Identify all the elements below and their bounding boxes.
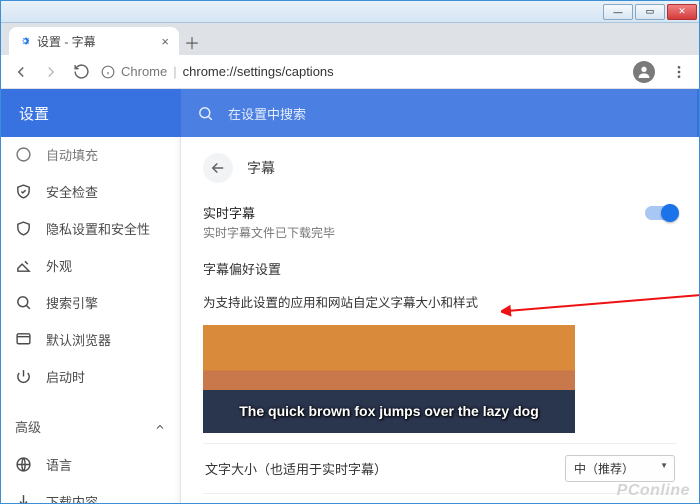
appearance-icon bbox=[15, 257, 32, 274]
shield-icon bbox=[15, 220, 32, 237]
preview-caption-text: The quick brown fox jumps over the lazy … bbox=[239, 403, 538, 419]
address-bar: Chrome | chrome://settings/captions bbox=[1, 55, 699, 89]
caption-pref-description: 为支持此设置的应用和网站自定义字幕大小和样式 bbox=[203, 292, 677, 325]
live-caption-title: 实时字幕 bbox=[203, 203, 335, 222]
sidebar: 自动填充 安全检查 隐私设置和安全性 外观 搜索引擎 默认浏览器 bbox=[1, 137, 181, 503]
app-header: 设置 在设置中搜索 bbox=[1, 89, 699, 137]
sidebar-item-default-browser[interactable]: 默认浏览器 bbox=[1, 321, 180, 358]
chevron-up-icon bbox=[154, 421, 166, 433]
url-path: chrome://settings/captions bbox=[183, 64, 334, 79]
page-title: 字幕 bbox=[247, 158, 275, 178]
sidebar-item-search[interactable]: 搜索引擎 bbox=[1, 284, 180, 321]
live-caption-toggle[interactable] bbox=[645, 206, 677, 220]
sidebar-item-label: 隐私设置和安全性 bbox=[46, 219, 150, 238]
settings-gear-icon bbox=[19, 35, 31, 47]
sidebar-advanced-toggle[interactable]: 高级 bbox=[1, 407, 180, 446]
sidebar-item-languages[interactable]: 语言 bbox=[1, 446, 180, 483]
caption-preview: The quick brown fox jumps over the lazy … bbox=[203, 325, 575, 433]
site-info-icon bbox=[101, 65, 115, 79]
url-scheme: Chrome bbox=[121, 64, 167, 79]
sidebar-item-label: 搜索引擎 bbox=[46, 293, 98, 312]
overflow-menu-button[interactable] bbox=[669, 62, 689, 82]
sidebar-item-label: 自动填充 bbox=[46, 145, 98, 164]
globe-icon bbox=[15, 456, 32, 473]
window-close-button[interactable]: ✕ bbox=[667, 4, 697, 20]
main-content: 字幕 实时字幕 实时字幕文件已下载完毕 字幕偏好设置 为支持此设置的应用和网站自… bbox=[181, 137, 699, 503]
setting-row-textsize: 文字大小（也适用于实时字幕） 中（推荐） bbox=[203, 443, 677, 493]
sidebar-item-label: 外观 bbox=[46, 256, 72, 275]
download-icon bbox=[15, 493, 32, 503]
autofill-icon bbox=[15, 146, 32, 163]
sidebar-item-autofill[interactable]: 自动填充 bbox=[1, 139, 180, 173]
tab-title: 设置 - 字幕 bbox=[37, 33, 96, 50]
window-minimize-button[interactable]: — bbox=[603, 4, 633, 20]
sidebar-section-label: 高级 bbox=[15, 417, 41, 436]
profile-avatar-button[interactable] bbox=[633, 61, 655, 83]
nav-reload-button[interactable] bbox=[71, 62, 91, 82]
sidebar-item-label: 下载内容 bbox=[46, 492, 98, 503]
arrow-left-icon bbox=[209, 159, 227, 177]
sidebar-item-startup[interactable]: 启动时 bbox=[1, 358, 180, 395]
search-placeholder: 在设置中搜索 bbox=[228, 104, 306, 123]
app-title: 设置 bbox=[19, 103, 181, 124]
live-caption-row: 实时字幕 实时字幕文件已下载完毕 bbox=[203, 199, 677, 255]
search-icon bbox=[15, 294, 32, 311]
caption-pref-title: 字幕偏好设置 bbox=[203, 255, 677, 292]
nav-forward-button[interactable] bbox=[41, 62, 61, 82]
nav-back-button[interactable] bbox=[11, 62, 31, 82]
textsize-select[interactable]: 中（推荐） bbox=[565, 455, 675, 482]
sidebar-item-privacy[interactable]: 隐私设置和安全性 bbox=[1, 210, 180, 247]
sidebar-item-label: 安全检查 bbox=[46, 182, 98, 201]
page-back-button[interactable] bbox=[203, 153, 233, 183]
browser-tab[interactable]: 设置 - 字幕 × bbox=[9, 27, 179, 55]
shield-check-icon bbox=[15, 183, 32, 200]
sidebar-item-downloads[interactable]: 下载内容 bbox=[1, 483, 180, 503]
sidebar-item-safety[interactable]: 安全检查 bbox=[1, 173, 180, 210]
window-maximize-button[interactable]: ▭ bbox=[635, 4, 665, 20]
setting-row-font: 文本字体 默认 bbox=[203, 493, 677, 503]
power-icon bbox=[15, 368, 32, 385]
settings-search[interactable]: 在设置中搜索 bbox=[181, 89, 697, 137]
setting-label: 文字大小（也适用于实时字幕） bbox=[205, 459, 387, 478]
sidebar-item-label: 启动时 bbox=[46, 367, 85, 386]
tab-close-icon[interactable]: × bbox=[161, 34, 169, 49]
sidebar-item-appearance[interactable]: 外观 bbox=[1, 247, 180, 284]
sidebar-item-label: 默认浏览器 bbox=[46, 330, 111, 349]
search-icon bbox=[197, 105, 214, 122]
tab-strip: 设置 - 字幕 × ＋ bbox=[1, 23, 699, 55]
new-tab-button[interactable]: ＋ bbox=[179, 29, 205, 55]
sidebar-item-label: 语言 bbox=[46, 455, 72, 474]
os-titlebar: — ▭ ✕ bbox=[1, 1, 699, 23]
browser-icon bbox=[15, 331, 32, 348]
live-caption-subtitle: 实时字幕文件已下载完毕 bbox=[203, 224, 335, 241]
url-display[interactable]: Chrome | chrome://settings/captions bbox=[101, 64, 623, 79]
